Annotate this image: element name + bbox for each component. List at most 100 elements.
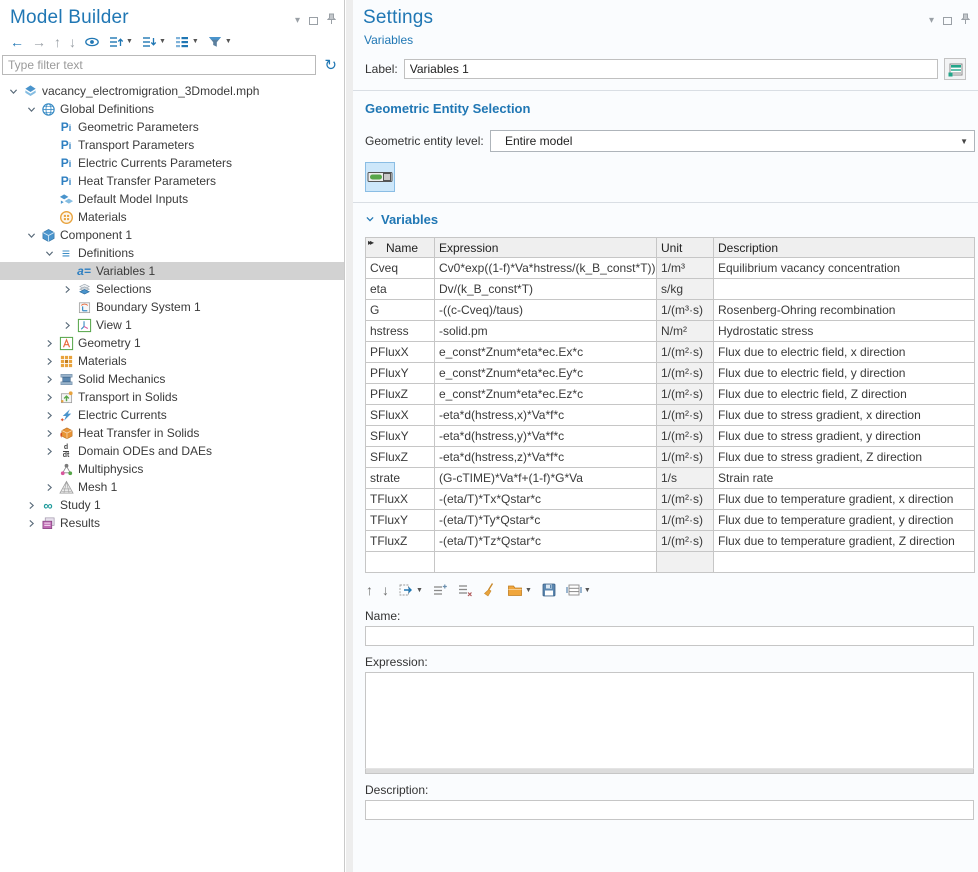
tree-item-view-1[interactable]: View 1 xyxy=(0,316,344,334)
chevron-collapsed-icon[interactable] xyxy=(24,498,38,512)
tree-item-definitions[interactable]: ≡Definitions xyxy=(0,244,344,262)
refresh-icon[interactable]: ↻ xyxy=(321,58,340,73)
dropdown-caret-icon[interactable]: ▼ xyxy=(225,38,232,45)
cell-description[interactable]: Hydrostatic stress xyxy=(714,321,975,342)
delete-row-button[interactable] xyxy=(456,582,474,598)
description-input[interactable] xyxy=(365,800,974,820)
cell-unit[interactable]: 1/(m²·s) xyxy=(657,405,714,426)
pin-icon[interactable] xyxy=(327,13,336,28)
variable-row-g[interactable]: G-((c-Cveq)/taus)1/(m³·s)Rosenberg-Ohrin… xyxy=(366,300,975,321)
cell-unit[interactable]: 1/(m²·s) xyxy=(657,363,714,384)
cell-description[interactable]: Flux due to stress gradient, Z direction xyxy=(714,447,975,468)
cell-name[interactable]: eta xyxy=(366,279,435,300)
cell-name[interactable] xyxy=(366,552,435,573)
variable-row-empty[interactable] xyxy=(366,552,975,573)
add-row-button[interactable] xyxy=(431,582,449,598)
chevron-collapsed-icon[interactable] xyxy=(42,354,56,368)
cell-expression[interactable]: -(eta/T)*Tz*Qstar*c xyxy=(435,531,657,552)
variable-row-tfluxx[interactable]: TFluxX-(eta/T)*Tx*Qstar*c1/(m²·s)Flux du… xyxy=(366,489,975,510)
tree-item-default-model-inputs[interactable]: Default Model Inputs xyxy=(0,190,344,208)
cell-unit[interactable]: 1/(m²·s) xyxy=(657,384,714,405)
cell-unit[interactable]: 1/(m³·s) xyxy=(657,300,714,321)
name-input[interactable] xyxy=(365,626,974,646)
move-to-button[interactable]: ▼ xyxy=(397,582,424,598)
tree-item-materials[interactable]: Materials xyxy=(0,352,344,370)
tree-item-geometric-parameters[interactable]: PiGeometric Parameters xyxy=(0,118,344,136)
cell-name[interactable]: PFluxX xyxy=(366,342,435,363)
tree-item-heat-transfer-in-solids[interactable]: Heat Transfer in Solids xyxy=(0,424,344,442)
variable-row-eta[interactable]: etaDv/(k_B_const*T)s/kg xyxy=(366,279,975,300)
cell-name[interactable]: hstress xyxy=(366,321,435,342)
geometric-entity-level-select[interactable]: Entire model ▼ xyxy=(490,130,975,152)
cell-expression[interactable]: -eta*d(hstress,y)*Va*f*c xyxy=(435,426,657,447)
cell-expression[interactable] xyxy=(435,552,657,573)
cell-expression[interactable]: -solid.pm xyxy=(435,321,657,342)
variable-row-pfluxz[interactable]: PFluxZe_const*Znum*eta*ec.Ez*c1/(m²·s)Fl… xyxy=(366,384,975,405)
chevron-expanded-icon[interactable] xyxy=(24,228,38,242)
cell-description[interactable]: Flux due to electric field, Z direction xyxy=(714,384,975,405)
cell-unit[interactable]: 1/(m²·s) xyxy=(657,447,714,468)
cell-unit[interactable]: 1/s xyxy=(657,468,714,489)
chevron-expanded-icon[interactable] xyxy=(24,102,38,116)
dropdown-caret-icon[interactable]: ▼ xyxy=(416,587,423,594)
cell-description[interactable] xyxy=(714,552,975,573)
variable-row-tfluxy[interactable]: TFluxY-(eta/T)*Ty*Qstar*c1/(m²·s)Flux du… xyxy=(366,510,975,531)
cell-description[interactable]: Flux due to temperature gradient, y dire… xyxy=(714,510,975,531)
move-up-button[interactable]: ↑ xyxy=(365,583,374,597)
tree-item-geometry-1[interactable]: Geometry 1 xyxy=(0,334,344,352)
save-to-file-button[interactable] xyxy=(540,582,558,598)
cell-description[interactable]: Flux due to electric field, x direction xyxy=(714,342,975,363)
cell-expression[interactable]: (G-cTIME)*Va*f+(1-f)*G*Va xyxy=(435,468,657,489)
tree-item-multiphysics[interactable]: Multiphysics xyxy=(0,460,344,478)
tree-item-transport-in-solids[interactable]: Transport in Solids xyxy=(0,388,344,406)
cell-unit[interactable]: N/m² xyxy=(657,321,714,342)
tree-item-materials[interactable]: Materials xyxy=(0,208,344,226)
variable-row-tfluxz[interactable]: TFluxZ-(eta/T)*Tz*Qstar*c1/(m²·s)Flux du… xyxy=(366,531,975,552)
tree-item-study-1[interactable]: ∞Study 1 xyxy=(0,496,344,514)
cell-name[interactable]: Cveq xyxy=(366,258,435,279)
cell-description[interactable]: Flux due to stress gradient, y direction xyxy=(714,426,975,447)
active-toggle-button[interactable] xyxy=(365,162,395,192)
expression-hscrollbar[interactable] xyxy=(365,768,974,774)
tree-item-variables-1[interactable]: a=Variables 1 xyxy=(0,262,344,280)
filter-input[interactable] xyxy=(2,55,316,75)
dropdown-caret-icon[interactable]: ▼ xyxy=(584,587,591,594)
clear-table-button[interactable] xyxy=(481,582,499,598)
pin-icon[interactable] xyxy=(961,13,970,28)
move-down-button[interactable]: ↓ xyxy=(381,583,390,597)
cell-description[interactable]: Flux due to stress gradient, x direction xyxy=(714,405,975,426)
chevron-collapsed-icon[interactable] xyxy=(42,426,56,440)
variable-row-sfluxz[interactable]: SFluxZ-eta*d(hstress,z)*Va*f*c1/(m²·s)Fl… xyxy=(366,447,975,468)
float-icon[interactable] xyxy=(309,17,318,25)
dropdown-caret-icon[interactable]: ▼ xyxy=(159,38,166,45)
cell-expression[interactable]: -(eta/T)*Ty*Qstar*c xyxy=(435,510,657,531)
chevron-collapsed-icon[interactable] xyxy=(42,444,56,458)
cell-name[interactable]: SFluxZ xyxy=(366,447,435,468)
cell-expression[interactable]: e_const*Znum*eta*ec.Ez*c xyxy=(435,384,657,405)
move-up-button[interactable]: ↑ xyxy=(52,34,63,50)
cell-unit[interactable]: 1/(m²·s) xyxy=(657,342,714,363)
cell-description[interactable] xyxy=(714,279,975,300)
expression-input[interactable] xyxy=(365,672,974,768)
tree-item-heat-transfer-parameters[interactable]: PiHeat Transfer Parameters xyxy=(0,172,344,190)
cell-unit[interactable]: 1/(m²·s) xyxy=(657,489,714,510)
tree-item-solid-mechanics[interactable]: Solid Mechanics xyxy=(0,370,344,388)
cell-name[interactable]: SFluxY xyxy=(366,426,435,447)
cell-expression[interactable]: Cv0*exp((1-f)*Va*hstress/(k_B_const*T)) xyxy=(435,258,657,279)
chevron-collapsed-icon[interactable] xyxy=(24,516,38,530)
tree-item-global-definitions[interactable]: Global Definitions xyxy=(0,100,344,118)
collapse-all-button[interactable]: ▼ xyxy=(106,33,135,51)
table-settings-button[interactable]: ▼ xyxy=(565,582,592,598)
tree-item-electric-currents[interactable]: Electric Currents xyxy=(0,406,344,424)
tree-item-mesh-1[interactable]: Mesh 1 xyxy=(0,478,344,496)
cell-expression[interactable]: -eta*d(hstress,x)*Va*f*c xyxy=(435,405,657,426)
cell-unit[interactable]: 1/(m²·s) xyxy=(657,531,714,552)
chevron-collapsed-icon[interactable] xyxy=(42,372,56,386)
filter-button[interactable]: ▼ xyxy=(205,33,234,51)
show-button[interactable] xyxy=(82,33,102,51)
tree-item-transport-parameters[interactable]: PiTransport Parameters xyxy=(0,136,344,154)
cell-expression[interactable]: -((c-Cveq)/taus) xyxy=(435,300,657,321)
chevron-collapsed-icon[interactable] xyxy=(60,318,74,332)
variable-row-hstress[interactable]: hstress-solid.pmN/m²Hydrostatic stress xyxy=(366,321,975,342)
dropdown-caret-icon[interactable]: ▼ xyxy=(525,587,532,594)
